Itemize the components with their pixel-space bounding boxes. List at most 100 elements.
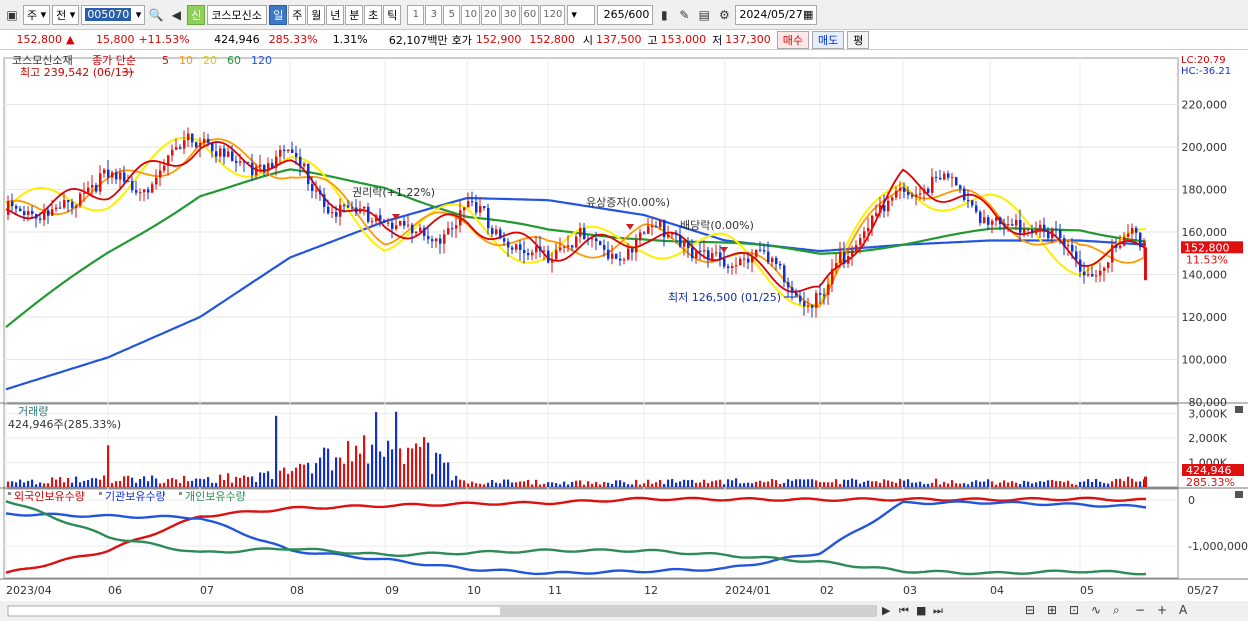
minute-option-10[interactable]: 10 [461, 4, 481, 25]
date-label: 02 [820, 584, 834, 597]
volume-bar [431, 473, 434, 487]
volume-bar [71, 482, 74, 487]
volume-bar [791, 480, 794, 487]
period-tab-3[interactable]: 년 [326, 4, 345, 25]
zoom-tool-icon-2: ⊡ [1069, 603, 1079, 617]
candle-body [215, 151, 218, 157]
sell-button[interactable]: 매도 [812, 30, 845, 49]
candle-body [1131, 228, 1134, 234]
candle-body [619, 258, 622, 261]
candle-body [987, 217, 990, 225]
candle-body [995, 217, 998, 221]
minute-option-5[interactable]: 5 [443, 4, 461, 25]
eval-button[interactable]: 평 [847, 30, 870, 49]
candle-body [387, 222, 390, 224]
period-tab-2[interactable]: 월 [307, 4, 326, 25]
type-select[interactable]: 주 ▾ [23, 4, 51, 25]
minute-option-120[interactable]: 120 [540, 4, 566, 25]
holdings-title-0: 외국인보유수량 [14, 490, 85, 503]
candle-body [463, 207, 466, 211]
minute-option-3[interactable]: 3 [425, 4, 443, 25]
candle-body [699, 250, 702, 252]
price-tick-label: 180,000 [1182, 184, 1228, 197]
volume-bar [375, 412, 378, 487]
volume-bar [775, 480, 778, 487]
stock-chart[interactable]: 220,000 200,000 180,000 160,000 140,000 120,0… [0, 50, 1248, 621]
candle-body [7, 201, 10, 215]
candle-body [507, 241, 510, 248]
candle-body [1039, 224, 1042, 231]
holdings-title-dot [179, 492, 182, 495]
candle-body [55, 207, 58, 210]
candle-icon[interactable]: ▮ [655, 5, 673, 25]
candle-body [535, 246, 538, 253]
period-tab-1[interactable]: 주 [288, 4, 307, 25]
volume-bar [587, 481, 590, 487]
draw-icon[interactable]: ✎ [675, 5, 693, 25]
period-tab-4[interactable]: 분 [345, 4, 364, 25]
candle-body [175, 147, 178, 150]
volume-bar [1083, 481, 1086, 487]
volume-bar [579, 480, 582, 487]
period-tab-5[interactable]: 초 [364, 4, 383, 25]
volume-bar [1139, 481, 1142, 487]
count-field[interactable]: 265/600 [597, 4, 654, 25]
chart-area[interactable]: 220,000 200,000 180,000 160,000 140,000 120,0… [0, 50, 1248, 621]
buy-button[interactable]: 매수 [776, 30, 810, 49]
volume-bar [1011, 481, 1014, 487]
period-tab-0[interactable]: 일 [269, 4, 288, 25]
holdings-title-dot [8, 492, 11, 495]
search-icon[interactable]: 🔍 [147, 5, 165, 25]
volume-bar [115, 481, 118, 487]
minute-option-30[interactable]: 30 [500, 4, 520, 25]
candle-body [847, 256, 850, 264]
candle-body [27, 211, 30, 215]
volume-bar [711, 481, 714, 487]
holdings-tick-label: 0 [1188, 494, 1195, 507]
volume-bar [891, 481, 894, 487]
volume-ratio: 285.33% [268, 33, 318, 46]
date-field[interactable]: 2024/05/27 ▦ [735, 4, 818, 25]
volume-bar [519, 481, 522, 487]
candle-body [95, 184, 98, 192]
period-tab-6[interactable]: 틱 [383, 4, 402, 25]
volume-bar [19, 479, 22, 487]
date-label: 07 [200, 584, 214, 597]
volume-bar [1091, 481, 1094, 487]
candle-body [207, 138, 210, 143]
minute-option-1[interactable]: 1 [407, 4, 425, 25]
volume-bar [267, 471, 270, 487]
candle-body [939, 177, 942, 180]
name-field[interactable]: 코스모신소 [207, 4, 268, 25]
minute-option-60[interactable]: 60 [520, 4, 540, 25]
volume-bar [983, 481, 986, 487]
candle-body [479, 206, 482, 213]
volume-bar [823, 482, 826, 487]
code-input[interactable]: 005070 ▾ [81, 4, 146, 25]
turnover-percent: 1.31% [332, 33, 368, 46]
window-icon[interactable]: ▣ [3, 5, 21, 25]
minute-dropdown[interactable]: ▾ [567, 4, 596, 25]
volume-bar [47, 483, 50, 487]
minute-option-20[interactable]: 20 [481, 4, 500, 25]
volume-bar [443, 462, 446, 487]
candle-body [99, 173, 102, 192]
prev-select[interactable]: 전 ▾ [52, 4, 80, 25]
save-icon[interactable]: ▤ [695, 5, 713, 25]
zoom-tool-icon-4: ⌕ [1113, 603, 1120, 617]
calendar-icon[interactable]: ▦ [803, 8, 813, 21]
volume-bar [231, 482, 234, 487]
speaker-icon[interactable]: ◀ [167, 5, 185, 25]
volume-bar [211, 482, 214, 487]
candle-body [575, 236, 578, 248]
legend-ma-120: 120 [251, 54, 272, 67]
candle-body [35, 213, 38, 219]
volume-bar [415, 443, 418, 487]
gear-icon[interactable]: ⚙ [715, 5, 733, 25]
candle-body [443, 234, 446, 244]
volume-bar [651, 483, 654, 487]
volume-bar [427, 442, 430, 487]
volume-bar [203, 479, 206, 487]
volume-bar [615, 480, 618, 487]
event-annotation: 유상증자(0.00%) [586, 196, 670, 209]
